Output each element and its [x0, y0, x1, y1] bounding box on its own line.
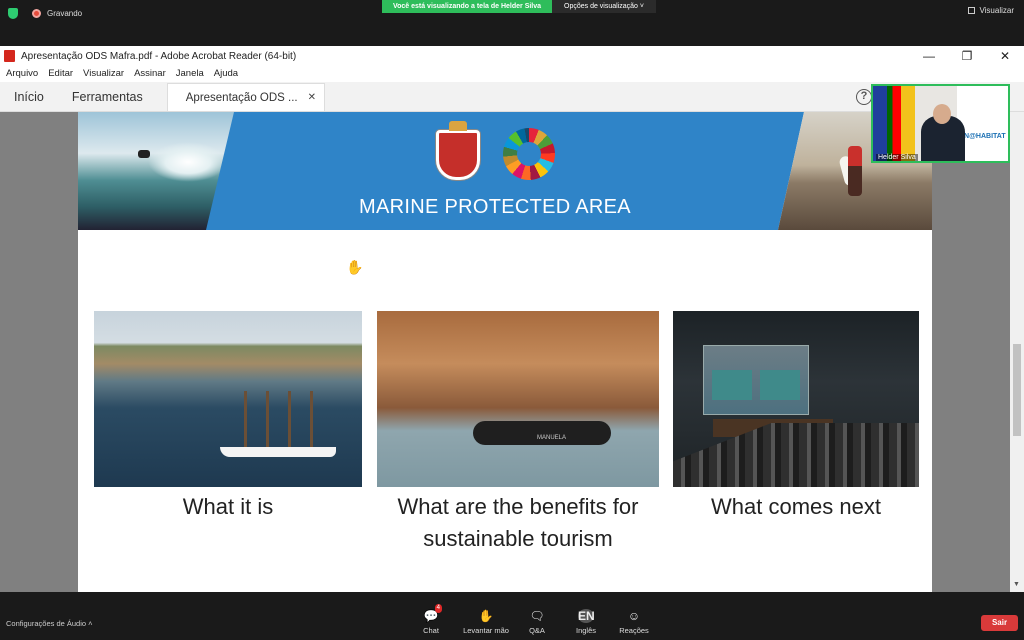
coast-ship-photo — [94, 311, 362, 487]
qa-icon: 🗨 — [529, 609, 545, 623]
language-icon: EN — [578, 609, 595, 623]
tab-document[interactable]: Apresentação ODS ... ✕ — [166, 83, 326, 111]
shield-icon — [8, 7, 18, 19]
chat-badge: 4 — [434, 604, 442, 613]
caption-benefits: What are the benefits for sustainable to… — [397, 494, 639, 551]
boat-name: MANUELA — [537, 435, 567, 441]
scroll-down-arrow-icon[interactable]: ▼ — [1013, 581, 1020, 588]
audio-settings-button[interactable]: Configurações de Áudio ˄ — [6, 619, 93, 628]
window-title: Apresentação ODS Mafra.pdf - Adobe Acrob… — [21, 50, 297, 62]
smiley-icon: ☺ — [627, 609, 641, 623]
view-options-label: Opções de visualização — [564, 3, 638, 10]
title-bar: Apresentação ODS Mafra.pdf - Adobe Acrob… — [0, 46, 1024, 66]
screen-share-notice: Você está visualizando a tela de Helder … — [382, 0, 552, 13]
zoom-bottom-bar: Configurações de Áudio ˄ 💬 4 Chat ✋ Levan… — [0, 592, 1024, 640]
menu-edit[interactable]: Editar — [48, 66, 73, 82]
eu-flag — [873, 86, 887, 161]
diving-boat-photo: MANUELA — [377, 311, 659, 487]
document-area[interactable]: MARINE PROTECTED AREA ✋ MANUELA What it … — [0, 112, 1024, 592]
menu-sign[interactable]: Assinar — [134, 66, 166, 82]
caption-what-it-is: What it is — [182, 494, 274, 519]
auditorium-photo — [673, 311, 919, 487]
minimize-button[interactable]: — — [910, 46, 948, 66]
coat-of-arms-icon — [436, 121, 480, 180]
recording-indicator: Gravando — [8, 6, 82, 20]
caption-what-comes-next: What comes next — [711, 494, 881, 519]
chevron-down-icon: ˅ — [639, 3, 644, 10]
hand-icon: ✋ — [478, 609, 494, 623]
portugal-flag — [887, 86, 901, 161]
participant-name: Helder Silva — [876, 154, 918, 161]
chat-icon: 💬 4 — [423, 604, 442, 623]
grid-icon — [968, 7, 976, 14]
menu-help[interactable]: Ajuda — [214, 66, 238, 82]
inflatable-boat — [473, 421, 611, 445]
hand-cursor-icon: ✋ — [346, 259, 364, 275]
close-window-button[interactable]: ✕ — [986, 46, 1024, 66]
pdf-icon — [4, 50, 15, 62]
raise-hand-label: Levantar mão — [463, 626, 509, 635]
qa-label: Q&A — [529, 626, 545, 635]
qa-button[interactable]: 🗨 Q&A — [509, 609, 565, 635]
screen: Gravando Você está visualizando a tela d… — [0, 0, 1024, 640]
menu-window[interactable]: Janela — [176, 66, 204, 82]
projection-screen — [703, 345, 809, 415]
language-label: Inglês — [575, 626, 596, 635]
chat-button[interactable]: 💬 4 Chat — [403, 604, 459, 635]
municipal-flag — [901, 86, 915, 161]
scrollbar-thumb[interactable] — [1013, 344, 1021, 436]
slide-banner: MARINE PROTECTED AREA — [78, 112, 932, 230]
tab-tools[interactable]: Ferramentas — [58, 83, 157, 111]
tall-ship — [214, 391, 338, 465]
view-options-button[interactable]: Opções de visualização ˅ — [552, 0, 656, 13]
restore-button[interactable]: ❐ — [948, 46, 986, 66]
close-icon[interactable]: ✕ — [308, 84, 316, 111]
audio-settings-label: Configurações de Áudio — [6, 619, 87, 628]
reactions-label: Reações — [619, 626, 649, 635]
chevron-up-icon: ˄ — [88, 619, 93, 628]
vertical-scrollbar[interactable]: ▼ — [1010, 112, 1024, 592]
leave-button[interactable]: Sair — [981, 615, 1018, 631]
view-button[interactable]: Visualizar — [968, 6, 1014, 15]
participant-video[interactable]: UN@HABITAT Helder Silva — [871, 84, 1010, 163]
menu-view[interactable]: Visualizar — [83, 66, 124, 82]
pdf-page: MARINE PROTECTED AREA ✋ MANUELA What it … — [78, 112, 932, 592]
window-controls: — ❐ ✕ — [910, 46, 1024, 66]
zoom-top-bar: Gravando Você está visualizando a tela d… — [0, 0, 1024, 46]
menu-file[interactable]: Arquivo — [6, 66, 38, 82]
tab-home[interactable]: Início — [0, 83, 58, 111]
help-icon[interactable]: ? — [856, 89, 872, 105]
raise-hand-button[interactable]: ✋ Levantar mão — [458, 609, 514, 635]
sdg-wheel-icon — [503, 128, 555, 180]
menu-bar: Arquivo Editar Visualizar Assinar Janela… — [0, 66, 1024, 82]
view-button-label: Visualizar — [979, 6, 1014, 15]
un-habitat-text: UN@HABITAT — [959, 133, 1006, 140]
recording-label: Gravando — [47, 8, 83, 18]
banner-title: MARINE PROTECTED AREA — [359, 196, 631, 218]
reactions-button[interactable]: ☺ Reações — [606, 609, 662, 635]
record-icon — [32, 8, 41, 18]
audience — [673, 423, 919, 487]
tab-document-label: Apresentação ODS ... — [185, 92, 298, 104]
chat-label: Chat — [423, 626, 439, 635]
